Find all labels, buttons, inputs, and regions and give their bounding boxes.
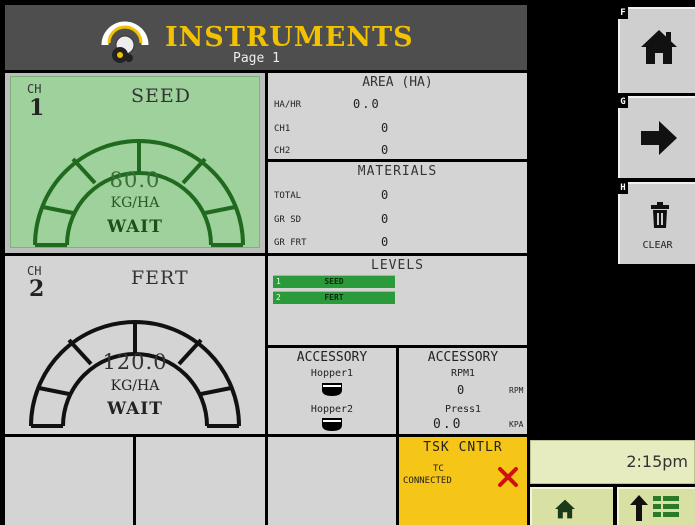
materials-row-label: GR FRT [274, 238, 307, 248]
accessory-title: ACCESSORY [427, 350, 499, 365]
task-controller-status-line2: CONNECTED [403, 476, 452, 486]
clock-display: 2:15pm [530, 440, 695, 484]
channel-rate-unit: KG/HA [110, 195, 160, 211]
materials-title: MATERIALS [357, 164, 438, 179]
arrow-right-icon [641, 121, 677, 155]
channel-name: FERT [131, 267, 189, 289]
hopper-icon [322, 383, 342, 396]
accessory-panel-1[interactable]: ACCESSORY Hopper1 Hopper2 [268, 348, 396, 434]
materials-row-value: 0 [381, 235, 389, 249]
area-row-label: HA/HR [274, 100, 302, 110]
clear-softkey-button[interactable]: CLEAR [618, 182, 695, 264]
level-label: FERT [324, 293, 344, 302]
hopper1-label: Hopper1 [310, 368, 354, 379]
level-bar-seed: 1 SEED [273, 275, 395, 288]
empty-slot[interactable] [136, 437, 265, 525]
channel-rate-value: 80.0 [109, 168, 161, 192]
press-label: Press1 [444, 404, 482, 415]
softkey-h-label: H [618, 182, 628, 194]
hopper2-label: Hopper2 [310, 404, 354, 415]
page-title: INSTRUMENTS [165, 22, 414, 53]
area-row-label: CH1 [274, 124, 291, 134]
x-icon [498, 467, 518, 487]
area-row-value: 0 [381, 143, 389, 157]
rpm-value: 0 [457, 383, 465, 397]
clock-time: 2:15pm [626, 452, 688, 471]
channel-1-meter[interactable]: CH 1 SEED 80.0 KG/HA WAIT [5, 73, 265, 253]
channel-status: WAIT [107, 399, 163, 419]
area-row-value: 0.0 [353, 97, 381, 111]
hopper-icon [322, 418, 342, 431]
accessory-title: ACCESSORY [296, 350, 368, 365]
materials-row-label: GR SD [274, 215, 302, 225]
channel-status: WAIT [107, 217, 163, 237]
area-row-value: 0 [381, 121, 389, 135]
area-panel[interactable]: AREA (HA) HA/HR 0.0 CH1 0 CH2 0 [268, 73, 527, 159]
materials-row-value: 0 [381, 188, 389, 202]
home-icon [555, 499, 575, 519]
next-softkey-button[interactable] [618, 96, 695, 178]
press-value: 0.0 [433, 417, 463, 432]
levels-title: LEVELS [371, 258, 424, 273]
menu-up-nav-button[interactable] [617, 487, 695, 525]
task-controller-title: TSK CNTLR [423, 440, 503, 455]
channel-label: CH [27, 82, 42, 96]
empty-slot[interactable] [268, 437, 396, 525]
softkey-g-label: G [618, 96, 628, 108]
channel-name: SEED [131, 85, 191, 107]
accessory-panel-2[interactable]: ACCESSORY RPM1 0 RPM Press1 0.0 KPA [399, 348, 527, 434]
area-title: AREA (HA) [362, 75, 433, 90]
channel-rate-value: 120.0 [102, 350, 168, 374]
trash-icon [651, 202, 669, 228]
task-controller-status-line1: TC [433, 464, 444, 474]
home-icon [641, 30, 677, 64]
rpm-label: RPM1 [450, 368, 476, 379]
gauge-gear-icon [100, 15, 150, 65]
empty-slot[interactable] [5, 437, 133, 525]
level-bar-fert: 2 FERT [273, 291, 395, 304]
materials-row-value: 0 [381, 212, 389, 226]
home-nav-button[interactable] [530, 487, 613, 525]
menu-up-icon [630, 495, 679, 521]
instruments-header: INSTRUMENTS Page 1 [5, 5, 527, 70]
area-row-label: CH2 [274, 146, 291, 156]
task-controller-panel[interactable]: TSK CNTLR TC CONNECTED [399, 437, 527, 525]
home-softkey-button[interactable] [618, 7, 695, 93]
clear-label: CLEAR [642, 240, 673, 251]
channel-rate-unit: KG/HA [110, 378, 160, 394]
press-unit: KPA [509, 420, 524, 429]
page-number: Page 1 [233, 51, 280, 66]
level-label: SEED [324, 277, 344, 286]
levels-panel[interactable]: LEVELS 1 SEED 2 FERT [268, 256, 527, 345]
channel-2-meter[interactable]: CH 2 FERT 120.0 KG/HA WAIT [5, 256, 265, 434]
softkey-f-label: F [618, 7, 628, 19]
materials-row-label: TOTAL [274, 191, 302, 201]
rpm-unit: RPM [509, 386, 524, 395]
materials-panel[interactable]: MATERIALS TOTAL 0 GR SD 0 GR FRT 0 [268, 162, 527, 253]
